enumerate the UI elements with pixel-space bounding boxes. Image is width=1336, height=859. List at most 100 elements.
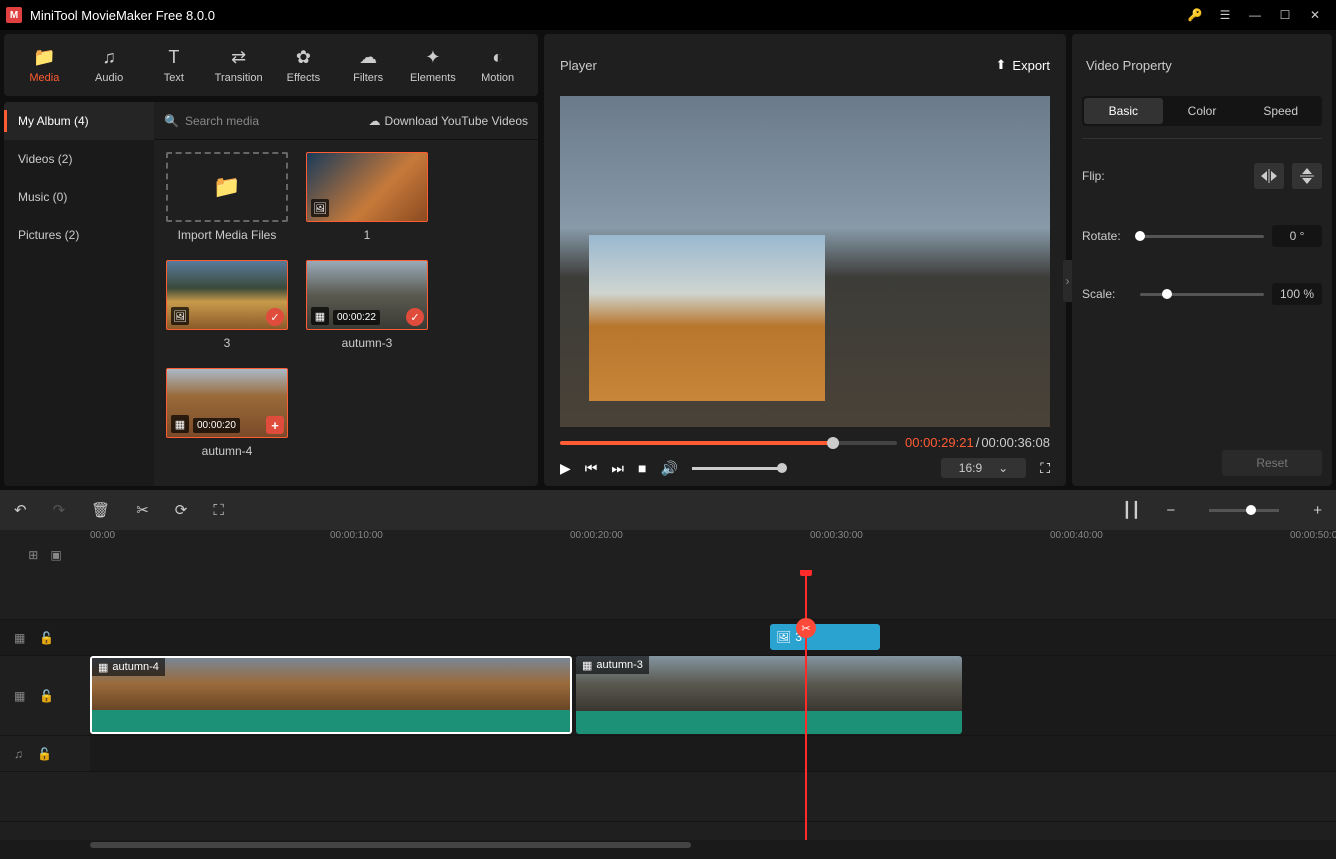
audio-track[interactable]: ♫🔓: [0, 736, 1336, 772]
fullscreen-button[interactable]: ⛶: [1040, 460, 1050, 477]
video-clip-2[interactable]: ▦autumn-3: [576, 656, 962, 734]
rotate-label: Rotate:: [1082, 229, 1132, 243]
tab-audio[interactable]: ♫Audio: [77, 34, 142, 96]
play-button[interactable]: ▶: [560, 460, 571, 477]
folder-icon: 📁: [213, 174, 240, 200]
timeline-ruler[interactable]: ⊞ ▣ 00:00 00:00:10:00 00:00:20:00 00:00:…: [0, 530, 1336, 570]
reset-button[interactable]: Reset: [1222, 450, 1322, 476]
player-preview[interactable]: [560, 96, 1050, 427]
flip-horizontal-button[interactable]: [1254, 163, 1284, 189]
time-sep: /: [976, 435, 980, 450]
timeline-toolbar: ↶ ↷ 🗑 ✂ ⟳ ⛶ ┃┃ − +: [0, 490, 1336, 530]
stop-button[interactable]: ■: [638, 460, 646, 476]
add-track-button[interactable]: ⊞: [28, 548, 38, 562]
progress-knob[interactable]: [827, 437, 839, 449]
playhead[interactable]: ✂: [805, 570, 807, 840]
pip-track[interactable]: ▦🔓 🖼3: [0, 620, 1336, 656]
check-icon: ✓: [406, 308, 424, 326]
maximize-button[interactable]: ☐: [1270, 5, 1300, 25]
menu-icon[interactable]: ☰: [1210, 5, 1240, 25]
delete-button[interactable]: 🗑: [91, 501, 110, 519]
ruler-track[interactable]: 00:00 00:00:10:00 00:00:20:00 00:00:30:0…: [90, 530, 1336, 570]
media-thumb[interactable]: 🖼: [306, 152, 428, 222]
tab-media[interactable]: 📁Media: [12, 34, 77, 96]
preview-pip-layer: [589, 235, 824, 401]
tab-transition[interactable]: ⇄Transition: [206, 34, 271, 96]
upgrade-key-icon[interactable]: 🔑: [1180, 5, 1210, 25]
video-icon: ▦: [171, 415, 189, 433]
prev-frame-button[interactable]: ⏮: [585, 460, 598, 477]
redo-button[interactable]: ↷: [53, 501, 66, 519]
tab-effects[interactable]: ✿Effects: [271, 34, 336, 96]
cloud-download-icon: ☁: [369, 114, 381, 128]
media-sidebar: My Album (4) Videos (2) Music (0) Pictur…: [4, 102, 154, 486]
pip-clip[interactable]: 🖼3: [770, 624, 880, 650]
media-item-autumn4[interactable]: ▦ 00:00:20 + autumn-4: [166, 368, 288, 458]
sidebar-item-myalbum[interactable]: My Album (4): [4, 102, 154, 140]
scale-slider[interactable]: [1140, 293, 1264, 296]
media-thumb[interactable]: ▦ 00:00:22 ✓: [306, 260, 428, 330]
scrollbar-thumb[interactable]: [90, 842, 691, 848]
tab-text[interactable]: TText: [142, 34, 207, 96]
crop-button[interactable]: ⛶: [213, 502, 224, 519]
split-button[interactable]: ✂: [136, 501, 149, 519]
volume-icon[interactable]: 🔊: [660, 460, 677, 477]
volume-slider[interactable]: [692, 467, 782, 470]
fit-to-timeline-button[interactable]: ┃┃: [1122, 501, 1140, 519]
zoom-in-button[interactable]: +: [1313, 502, 1322, 519]
minimize-button[interactable]: —: [1240, 5, 1270, 25]
media-item-autumn3[interactable]: ▦ 00:00:22 ✓ autumn-3: [306, 260, 428, 350]
import-media-cell[interactable]: 📁 Import Media Files: [166, 152, 288, 242]
flip-label: Flip:: [1082, 169, 1132, 183]
video-clip-1[interactable]: ▦autumn-4: [90, 656, 572, 734]
sidebar-item-videos[interactable]: Videos (2): [4, 140, 154, 178]
timeline-panel: ↶ ↷ 🗑 ✂ ⟳ ⛶ ┃┃ − + ⊞ ▣ 00:00 00:00:10:00…: [0, 490, 1336, 850]
ruler-tick: 00:00:50:00: [1290, 530, 1336, 541]
player-panel: Player ⬆ Export 00:00:29:21 / 00:00:36:0…: [544, 34, 1066, 486]
search-input[interactable]: 🔍 Search media: [164, 114, 259, 128]
track-manager-button[interactable]: ▣: [50, 548, 61, 562]
media-item-1[interactable]: 🖼 1: [306, 152, 428, 242]
scale-value[interactable]: 100 %: [1272, 283, 1322, 305]
prop-tab-basic[interactable]: Basic: [1084, 98, 1163, 124]
speed-button[interactable]: ⟳: [175, 501, 188, 519]
media-thumb[interactable]: ▦ 00:00:20 +: [166, 368, 288, 438]
aspect-ratio-select[interactable]: 16:9 ⌄: [941, 458, 1026, 478]
rotate-slider[interactable]: [1140, 235, 1264, 238]
split-indicator-icon[interactable]: ✂: [796, 618, 816, 638]
media-item-3[interactable]: 🖼 ✓ 3: [166, 260, 288, 350]
flip-vertical-button[interactable]: [1292, 163, 1322, 189]
close-button[interactable]: ✕: [1300, 5, 1330, 25]
lock-icon[interactable]: 🔓: [39, 689, 54, 703]
zoom-slider[interactable]: [1209, 509, 1279, 512]
rotate-value[interactable]: 0 °: [1272, 225, 1322, 247]
sidebar-item-music[interactable]: Music (0): [4, 178, 154, 216]
tab-elements[interactable]: ✦Elements: [401, 34, 466, 96]
sidebar-item-pictures[interactable]: Pictures (2): [4, 216, 154, 254]
player-progress[interactable]: [560, 441, 897, 445]
properties-panel: › Video Property Basic Color Speed Flip:…: [1072, 34, 1332, 486]
add-icon[interactable]: +: [266, 416, 284, 434]
next-frame-button[interactable]: ⏭: [611, 460, 624, 477]
video-track[interactable]: ▦ 🔓 ▦autumn-4 ▦autumn-3: [0, 656, 1336, 736]
titlebar: M MiniTool MovieMaker Free 8.0.0 🔑 ☰ — ☐…: [0, 0, 1336, 30]
lock-icon[interactable]: 🔓: [37, 747, 52, 761]
prop-tab-speed[interactable]: Speed: [1241, 98, 1320, 124]
prop-tab-color[interactable]: Color: [1163, 98, 1242, 124]
import-dropzone[interactable]: 📁: [166, 152, 288, 222]
filters-icon: ☁: [359, 47, 377, 68]
download-youtube-link[interactable]: ☁ Download YouTube Videos: [369, 114, 528, 128]
collapse-handle[interactable]: ›: [1063, 260, 1072, 302]
total-time: 00:00:36:08: [981, 435, 1050, 450]
tab-filters[interactable]: ☁Filters: [336, 34, 401, 96]
lock-icon[interactable]: 🔓: [39, 631, 54, 645]
effects-icon: ✿: [296, 47, 311, 68]
export-button[interactable]: ⬆ Export: [996, 57, 1050, 73]
media-toolbar: 🔍 Search media ☁ Download YouTube Videos: [154, 102, 538, 140]
media-thumb[interactable]: 🖼 ✓: [166, 260, 288, 330]
undo-button[interactable]: ↶: [14, 501, 27, 519]
zoom-out-button[interactable]: −: [1166, 502, 1175, 519]
video-icon: ▦: [98, 661, 108, 674]
tab-motion[interactable]: ◐Motion: [465, 34, 530, 96]
timeline-scrollbar[interactable]: [0, 840, 1336, 850]
